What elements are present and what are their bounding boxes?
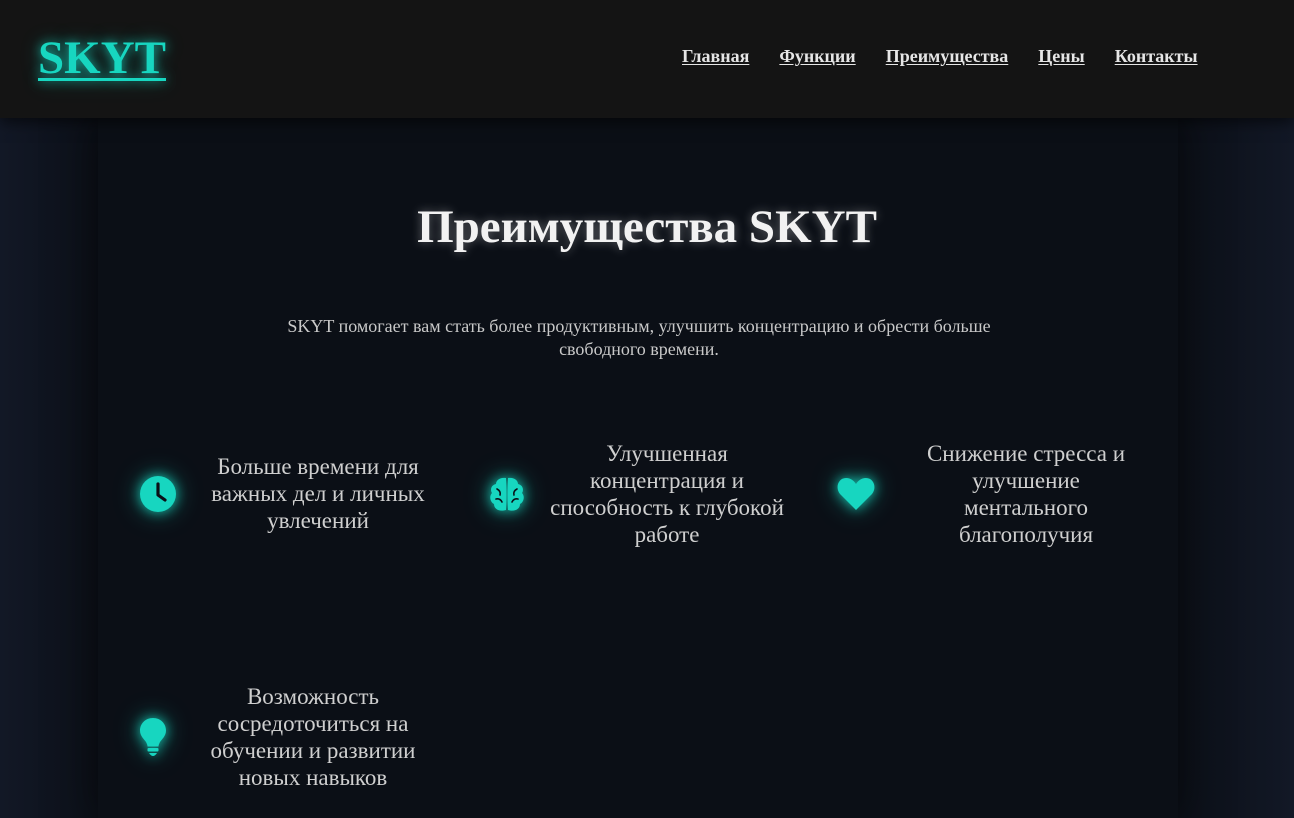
section-title: Преимущества SKYT [417,201,877,253]
lightbulb-icon [133,717,173,757]
feature-item: Улучшенная концентрация и способность к … [487,440,797,548]
nav-link-home[interactable]: Главная [682,46,749,67]
feature-item: Снижение стресса и улучшение ментального… [836,440,1136,548]
feature-item: Возможность сосредоточиться на обучении … [133,683,433,791]
feature-text: Снижение стресса и улучшение ментального… [926,441,1126,547]
nav-link-pricing[interactable]: Цены [1038,46,1084,67]
brain-icon [487,474,527,514]
nav-link-contacts[interactable]: Контакты [1115,46,1198,67]
main-nav: Главная Функции Преимущества Цены Контак… [682,46,1198,67]
heart-icon [836,474,876,514]
nav-link-advantages[interactable]: Преимущества [886,46,1009,67]
section-subtitle: SKYT помогает вам стать более продуктивн… [287,316,991,359]
logo-link[interactable]: SKYT [38,30,166,86]
site-header: SKYT Главная Функции Преимущества Цены К… [0,0,1294,118]
feature-text: Возможность сосредоточиться на обучении … [210,684,416,790]
feature-text: Улучшенная концентрация и способность к … [550,441,784,547]
feature-text: Больше времени для важных дел и личных у… [211,454,425,533]
clock-icon [138,474,178,514]
feature-item: Больше времени для важных дел и личных у… [138,453,438,534]
nav-link-features[interactable]: Функции [779,46,855,67]
